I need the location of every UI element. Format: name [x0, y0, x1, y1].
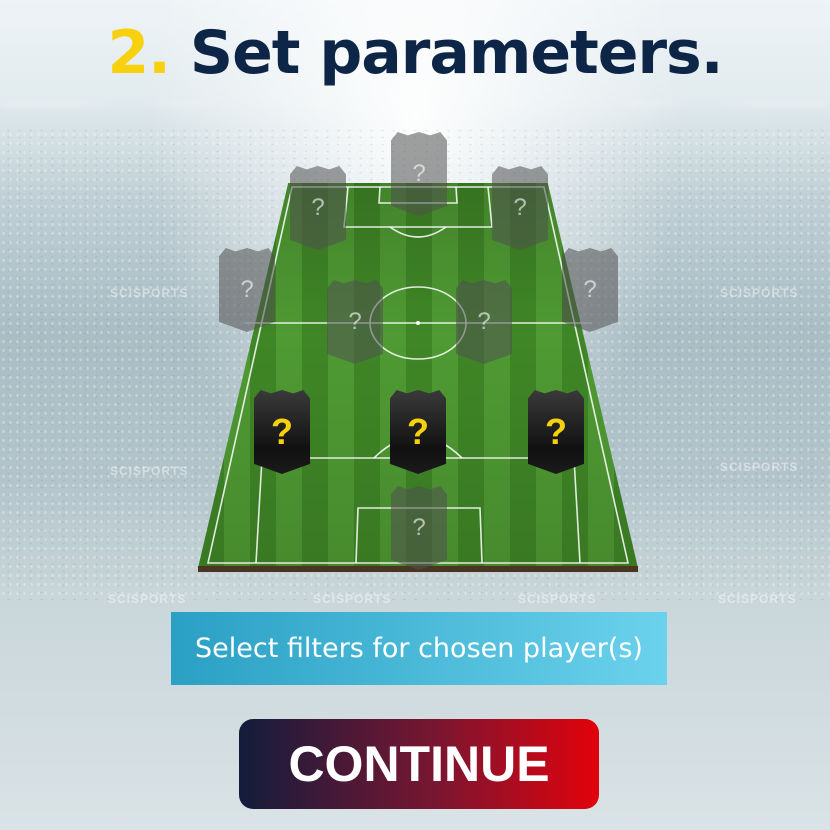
player-slot-left-wing[interactable]: ? — [219, 248, 275, 332]
watermark: SCISPORTS — [720, 460, 799, 474]
question-mark-icon: ? — [271, 411, 293, 452]
question-mark-icon: ? — [513, 194, 527, 221]
watermark: SCISPORTS — [718, 592, 797, 606]
player-slot-right-forward[interactable]: ? — [492, 166, 548, 250]
watermark: SCISPORTS — [110, 286, 189, 300]
question-mark-icon: ? — [412, 160, 426, 187]
player-slot-center-back[interactable]: ? — [390, 390, 446, 474]
watermark: SCISPORTS — [108, 592, 187, 606]
question-mark-icon: ? — [311, 194, 325, 221]
question-mark-icon: ? — [407, 411, 429, 452]
player-slot-right-wing[interactable]: ? — [562, 248, 618, 332]
question-mark-icon: ? — [477, 308, 491, 335]
question-mark-icon: ? — [583, 276, 597, 303]
watermark: SCISPORTS — [720, 286, 799, 300]
question-mark-icon: ? — [348, 308, 362, 335]
question-mark-icon: ? — [545, 411, 567, 452]
continue-button[interactable]: CONTINUE — [239, 719, 599, 809]
player-slot-left-midfield[interactable]: ? — [327, 280, 383, 364]
player-slot-left-back[interactable]: ? — [254, 390, 310, 474]
player-slot-goalkeeper[interactable]: ? — [391, 486, 447, 570]
question-mark-icon: ? — [412, 514, 426, 541]
watermark: SCISPORTS — [313, 592, 392, 606]
select-filters-button[interactable]: Select filters for chosen player(s) — [171, 612, 667, 685]
player-slot-right-back[interactable]: ? — [528, 390, 584, 474]
watermark: SCISPORTS — [110, 464, 189, 478]
question-mark-icon: ? — [240, 276, 254, 303]
page-title: 2. Set parameters. — [0, 18, 830, 88]
step-title: Set parameters. — [189, 18, 724, 88]
watermark: SCISPORTS — [518, 592, 597, 606]
player-slot-right-midfield[interactable]: ? — [456, 280, 512, 364]
step-number: 2. — [107, 18, 171, 88]
stadium-lights — [0, 92, 830, 116]
player-slot-striker[interactable]: ? — [391, 132, 447, 216]
player-slot-left-forward[interactable]: ? — [290, 166, 346, 250]
